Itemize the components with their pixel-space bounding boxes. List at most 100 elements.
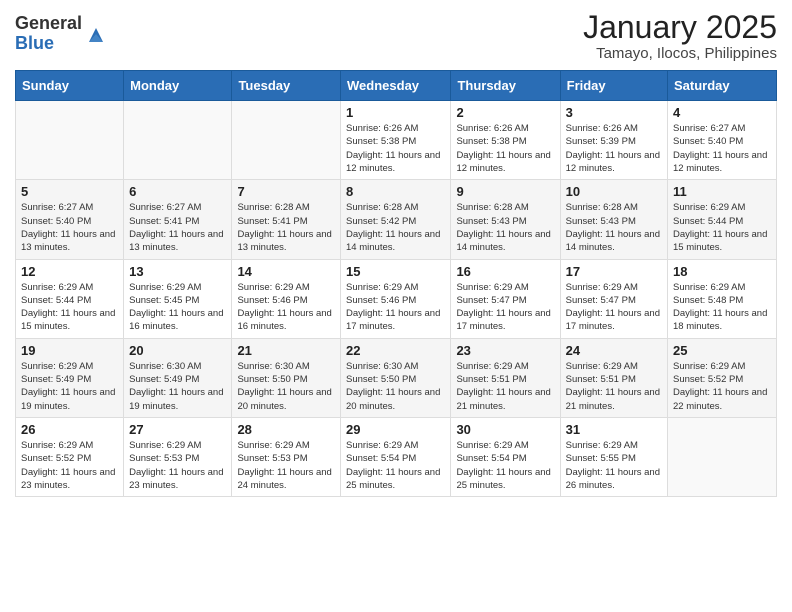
sunset-time: Sunset: 5:53 PM (129, 453, 199, 464)
daylight-hours: Daylight: 11 hours and 12 minutes. (346, 150, 440, 174)
calendar-cell: 21 Sunrise: 6:30 AM Sunset: 5:50 PM Dayligh… (232, 338, 341, 417)
sunrise-time: Sunrise: 6:29 AM (566, 282, 638, 293)
day-number: 1 (346, 105, 445, 120)
daylight-hours: Daylight: 11 hours and 13 minutes. (129, 229, 223, 253)
logo-blue: Blue (15, 34, 82, 54)
day-number: 12 (21, 264, 118, 279)
sunrise-time: Sunrise: 6:30 AM (346, 361, 418, 372)
day-info: Sunrise: 6:29 AMSunset: 5:51 PMDaylight:… (566, 360, 662, 413)
day-info: Sunrise: 6:27 AMSunset: 5:40 PMDaylight:… (673, 122, 771, 175)
sunrise-time: Sunrise: 6:27 AM (129, 202, 201, 213)
day-number: 18 (673, 264, 771, 279)
calendar-cell: 25Sunrise: 6:29 AMSunset: 5:52 PMDayligh… (668, 338, 777, 417)
day-info: Sunrise: 6:26 AMSunset: 5:38 PMDaylight:… (346, 122, 445, 175)
calendar-cell: 5Sunrise: 6:27 AMSunset: 5:40 PMDaylight… (16, 180, 124, 259)
sunrise-time: Sunrise: 6:29 AM (456, 440, 528, 451)
sunset-time: Sunset: 5:49 PM (21, 374, 91, 385)
daylight-hours: Daylight: 11 hours and 16 minutes. (129, 308, 223, 332)
day-number: 20 (129, 343, 226, 358)
day-number: 5 (21, 184, 118, 199)
day-number: 10 (566, 184, 662, 199)
week-row-5: 26Sunrise: 6:29 AMSunset: 5:52 PMDayligh… (16, 417, 777, 496)
sunrise-time: Sunrise: 6:29 AM (456, 282, 528, 293)
week-row-2: 5 Sunrise: 6:27 AM Sunset: 5:40 PM Daylight… (16, 180, 777, 259)
calendar-cell: 13Sunrise: 6:29 AMSunset: 5:45 PMDayligh… (124, 259, 232, 338)
sunrise-time: Sunrise: 6:28 AM (346, 202, 418, 213)
sunset-time: Sunset: 5:47 PM (566, 295, 636, 306)
day-info: Sunrise: 6:28 AM Sunset: 5:42 PM Daylight:… (346, 201, 445, 254)
day-number: 3 (566, 105, 662, 120)
day-info: Sunrise: 6:30 AM Sunset: 5:50 PM Daylight:… (237, 360, 335, 413)
logo: General Blue (15, 10, 107, 54)
sunset-time: Sunset: 5:54 PM (456, 453, 526, 464)
location-title: Tamayo, Ilocos, Philippines (583, 45, 777, 62)
calendar-cell: 4Sunrise: 6:27 AMSunset: 5:40 PMDaylight… (668, 101, 777, 180)
sunrise-time: Sunrise: 6:29 AM (237, 282, 309, 293)
sunset-time: Sunset: 5:40 PM (21, 216, 91, 227)
sunset-time: Sunset: 5:42 PM (346, 216, 416, 227)
sunrise-time: Sunrise: 6:29 AM (129, 282, 201, 293)
daylight-hours: Daylight: 11 hours and 20 minutes. (346, 387, 440, 411)
daylight-hours: Daylight: 11 hours and 12 minutes. (566, 150, 660, 174)
day-number: 30 (456, 422, 554, 437)
day-number: 21 (237, 343, 335, 358)
sunrise-time: Sunrise: 6:29 AM (673, 202, 745, 213)
calendar-cell (16, 101, 124, 180)
sunrise-time: Sunrise: 6:26 AM (456, 123, 528, 134)
day-info: Sunrise: 6:28 AMSunset: 5:43 PMDaylight:… (566, 201, 662, 254)
calendar-cell: 2Sunrise: 6:26 AMSunset: 5:38 PMDaylight… (451, 101, 560, 180)
sunrise-time: Sunrise: 6:29 AM (346, 440, 418, 451)
calendar-cell (124, 101, 232, 180)
day-info: Sunrise: 6:26 AMSunset: 5:39 PMDaylight:… (566, 122, 662, 175)
calendar-cell: 19Sunrise: 6:29 AMSunset: 5:49 PMDayligh… (16, 338, 124, 417)
sunrise-time: Sunrise: 6:29 AM (673, 282, 745, 293)
calendar-cell: 8 Sunrise: 6:28 AM Sunset: 5:42 PM Daylight… (341, 180, 451, 259)
day-info: Sunrise: 6:29 AMSunset: 5:46 PMDaylight:… (237, 281, 335, 334)
sunset-time: Sunset: 5:44 PM (673, 216, 743, 227)
sunrise-time: Sunrise: 6:30 AM (237, 361, 309, 372)
sunrise-time: Sunrise: 6:28 AM (566, 202, 638, 213)
daylight-hours: Daylight: 11 hours and 14 minutes. (346, 229, 440, 253)
day-number: 17 (566, 264, 662, 279)
day-info: Sunrise: 6:29 AM Sunset: 5:45 PM Daylight:… (129, 281, 226, 334)
day-info: Sunrise: 6:28 AMSunset: 5:41 PMDaylight:… (237, 201, 335, 254)
daylight-hours: Daylight: 11 hours and 17 minutes. (346, 308, 440, 332)
daylight-hours: Daylight: 11 hours and 21 minutes. (456, 387, 550, 411)
sunset-time: Sunset: 5:38 PM (456, 136, 526, 147)
daylight-hours: Daylight: 11 hours and 13 minutes. (237, 229, 331, 253)
sunset-time: Sunset: 5:50 PM (237, 374, 307, 385)
daylight-hours: Daylight: 11 hours and 15 minutes. (21, 308, 115, 332)
calendar-cell: 17Sunrise: 6:29 AMSunset: 5:47 PMDayligh… (560, 259, 667, 338)
sunset-time: Sunset: 5:46 PM (237, 295, 307, 306)
header-friday: Friday (560, 71, 667, 101)
calendar-cell: 20 Sunrise: 6:30 AMSunset: 5:49 PMDayligh… (124, 338, 232, 417)
sunset-time: Sunset: 5:55 PM (566, 453, 636, 464)
day-info: Sunrise: 6:29 AMSunset: 5:46 PMDaylight:… (346, 281, 445, 334)
day-number: 8 (346, 184, 445, 199)
sunrise-time: Sunrise: 6:29 AM (21, 440, 93, 451)
day-info: Sunrise: 6:29 AMSunset: 5:49 PMDaylight:… (21, 360, 118, 413)
week-row-1: 1Sunrise: 6:26 AMSunset: 5:38 PMDaylight… (16, 101, 777, 180)
month-title: January 2025 (583, 10, 777, 45)
day-info: Sunrise: 6:29 AMSunset: 5:53 PMDaylight:… (237, 439, 335, 492)
day-info: Sunrise: 6:30 AMSunset: 5:49 PMDaylight:… (129, 360, 226, 413)
header: General Blue January 2025 Tamayo, Ilocos… (15, 10, 777, 62)
day-info: Sunrise: 6:29 AMSunset: 5:51 PMDaylight:… (456, 360, 554, 413)
day-info: Sunrise: 6:29 AMSunset: 5:53 PMDaylight:… (129, 439, 226, 492)
day-number: 11 (673, 184, 771, 199)
sunset-time: Sunset: 5:47 PM (456, 295, 526, 306)
day-number: 19 (21, 343, 118, 358)
calendar-cell: 16Sunrise: 6:29 AMSunset: 5:47 PMDayligh… (451, 259, 560, 338)
week-row-3: 12Sunrise: 6:29 AMSunset: 5:44 PMDayligh… (16, 259, 777, 338)
daylight-hours: Daylight: 11 hours and 20 minutes. (237, 387, 331, 411)
sunset-time: Sunset: 5:45 PM (129, 295, 199, 306)
week-row-4: 19 Sunrise: 6:29 AM Sunset: 5:49 PM Dayligh… (16, 338, 777, 417)
day-info: Sunrise: 6:26 AMSunset: 5:38 PMDaylight:… (456, 122, 554, 175)
daylight-hours: Daylight: 11 hours and 14 minutes. (566, 229, 660, 253)
sunrise-time: Sunrise: 6:29 AM (21, 282, 93, 293)
calendar-cell: 11Sunrise: 6:29 AMSunset: 5:44 PMDayligh… (668, 180, 777, 259)
sunset-time: Sunset: 5:43 PM (456, 216, 526, 227)
sunset-time: Sunset: 5:48 PM (673, 295, 743, 306)
sunrise-time: Sunrise: 6:29 AM (21, 361, 93, 372)
calendar-cell: 31Sunrise: 6:29 AMSunset: 5:55 PMDayligh… (560, 417, 667, 496)
